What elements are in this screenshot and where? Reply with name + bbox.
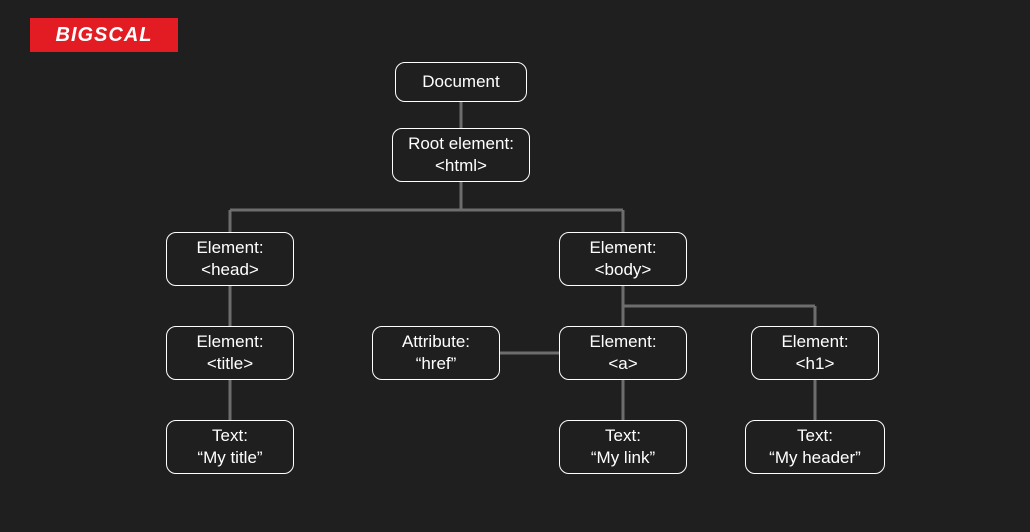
node-text-mylink-line2: “My link”: [591, 447, 655, 469]
node-attr-line2: “href”: [416, 353, 457, 375]
node-document: Document: [395, 62, 527, 102]
node-head-line1: Element:: [196, 237, 263, 259]
node-title: Element: <title>: [166, 326, 294, 380]
node-text-mylink-line1: Text:: [605, 425, 641, 447]
node-h1: Element: <h1>: [751, 326, 879, 380]
node-head-line2: <head>: [201, 259, 259, 281]
node-text-myheader-line2: “My header”: [769, 447, 861, 469]
node-text-myheader-line1: Text:: [797, 425, 833, 447]
node-attr-href: Attribute: “href”: [372, 326, 500, 380]
node-body: Element: <body>: [559, 232, 687, 286]
node-a: Element: <a>: [559, 326, 687, 380]
node-attr-line1: Attribute:: [402, 331, 470, 353]
node-root-html: Root element: <html>: [392, 128, 530, 182]
node-h1-line2: <h1>: [796, 353, 835, 375]
node-a-line1: Element:: [589, 331, 656, 353]
node-body-line1: Element:: [589, 237, 656, 259]
node-text-mytitle-line2: “My title”: [197, 447, 262, 469]
node-a-line2: <a>: [608, 353, 637, 375]
node-head: Element: <head>: [166, 232, 294, 286]
node-text-mytitle-line1: Text:: [212, 425, 248, 447]
node-text-myheader: Text: “My header”: [745, 420, 885, 474]
node-document-label: Document: [422, 71, 499, 93]
node-root-line2: <html>: [435, 155, 487, 177]
node-title-line2: <title>: [207, 353, 253, 375]
node-text-mytitle: Text: “My title”: [166, 420, 294, 474]
node-text-mylink: Text: “My link”: [559, 420, 687, 474]
node-h1-line1: Element:: [781, 331, 848, 353]
node-root-line1: Root element:: [408, 133, 514, 155]
node-body-line2: <body>: [595, 259, 652, 281]
node-title-line1: Element:: [196, 331, 263, 353]
